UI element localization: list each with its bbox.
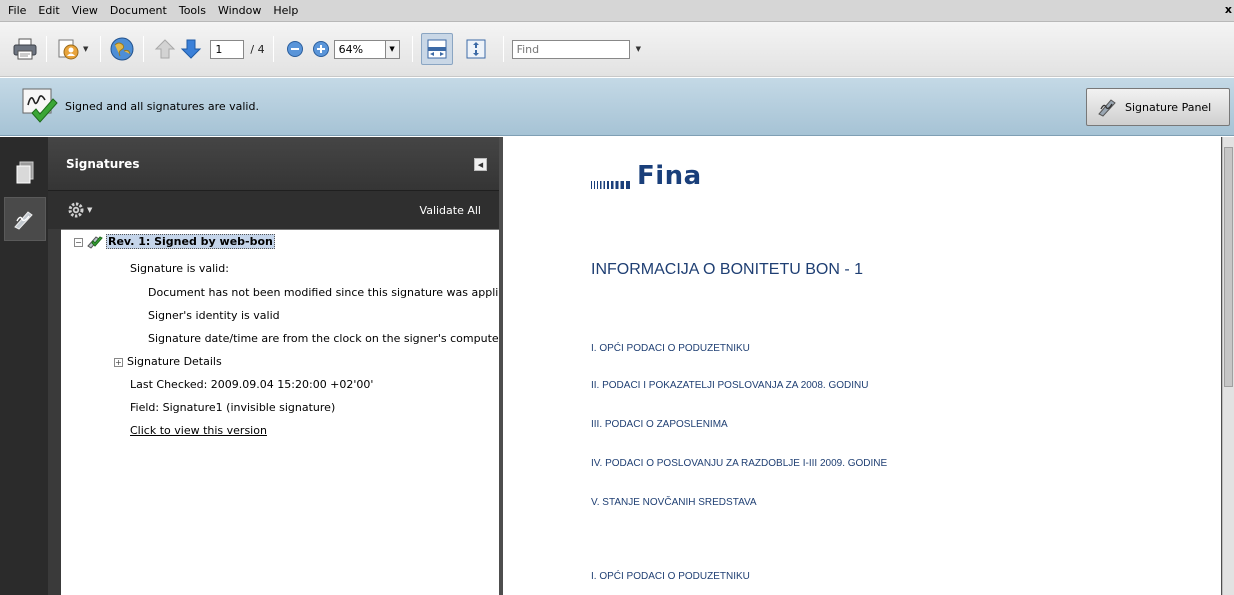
previous-page-button[interactable] xyxy=(152,36,178,62)
field-row[interactable]: Field: Signature1 (invisible signature) xyxy=(130,401,335,414)
page-number-input[interactable]: 1 xyxy=(210,39,245,59)
close-document-button[interactable]: x xyxy=(1225,3,1232,16)
fina-logo: Fina xyxy=(591,163,702,189)
document-view: Fina INFORMACIJA O BONITETU BON - 1 I. O… xyxy=(499,137,1234,595)
signature-status-message: Signed and all signatures are valid. xyxy=(65,100,259,113)
signatures-panel-title: Signatures xyxy=(66,156,140,171)
detail-signer-clock[interactable]: Signature date/time are from the clock o… xyxy=(148,332,499,345)
next-page-button[interactable] xyxy=(178,36,204,62)
toolbar-separator xyxy=(46,36,47,62)
zoom-out-icon xyxy=(286,41,303,57)
document-title: INFORMACIJA O BONITETU BON - 1 xyxy=(591,261,864,278)
signature-status-row[interactable]: Signature is valid: xyxy=(130,262,229,275)
zoom-in-icon xyxy=(312,41,329,57)
toolbar-separator xyxy=(272,36,274,62)
menu-tools[interactable]: Tools xyxy=(173,4,212,17)
section-item: I. OPĆI PODACI O PODUZETNIKU xyxy=(591,343,750,354)
section-item: V. STANJE NOVČANIH SREDSTAVA xyxy=(591,497,757,508)
arrow-down-icon xyxy=(181,39,202,59)
toolbar-separator xyxy=(502,36,504,62)
fina-logo-text: Fina xyxy=(637,161,702,191)
signature-panel-label: Signature Panel xyxy=(1125,100,1212,114)
signatures-tab[interactable] xyxy=(4,197,46,241)
globe-button[interactable] xyxy=(109,36,135,62)
main-toolbar: ▼ 1 / 4 64% ▼ Find ▼ xyxy=(0,22,1234,77)
gear-icon[interactable] xyxy=(68,202,84,218)
detail-identity-valid[interactable]: Signer's identity is valid xyxy=(148,309,280,322)
menu-help[interactable]: Help xyxy=(267,4,304,17)
menu-bar: File Edit View Document Tools Window Hel… xyxy=(0,0,1234,22)
section-item: IV. PODACI O POSLOVANJU ZA RAZDOBLJE I-I… xyxy=(591,458,888,469)
globe-icon xyxy=(110,37,134,61)
share-button[interactable] xyxy=(55,36,81,62)
fina-logo-bars xyxy=(591,181,630,189)
signatures-panel: Signatures ◀ ▼ Validate All − Rev. 1: Si… xyxy=(48,137,499,595)
scrollbar-thumb[interactable] xyxy=(1224,147,1233,387)
toolbar-separator xyxy=(411,36,413,62)
section-heading: I. OPĆI PODACI O PODUZETNIKU xyxy=(591,571,750,582)
menu-view[interactable]: View xyxy=(66,4,104,17)
find-input[interactable]: Find xyxy=(511,39,630,59)
fit-page-button[interactable] xyxy=(463,36,489,62)
validate-all-button[interactable]: Validate All xyxy=(420,204,481,217)
page-count: / 4 xyxy=(250,42,265,56)
signature-tree: − Rev. 1: Signed by web-bon Signature is… xyxy=(61,229,499,595)
print-button[interactable] xyxy=(12,36,38,62)
vertical-scrollbar[interactable] xyxy=(1222,137,1234,595)
signatures-panel-toolbar: ▼ Validate All xyxy=(48,191,499,229)
pages-tab[interactable] xyxy=(4,151,46,195)
section-item: III. PODACI O ZAPOSLENIMA xyxy=(591,419,728,430)
last-checked-row[interactable]: Last Checked: 2009.09.04 15:20:00 +02'00… xyxy=(130,378,373,391)
signature-details-label: Signature Details xyxy=(127,355,222,368)
signature-details-row[interactable]: + Signature Details xyxy=(114,355,222,368)
zoom-in-button[interactable] xyxy=(308,36,334,62)
chevron-down-icon[interactable]: ▼ xyxy=(83,45,88,53)
signature-pen-icon xyxy=(14,211,33,230)
signature-pen-icon xyxy=(1098,99,1116,117)
revision-row[interactable]: − Rev. 1: Signed by web-bon xyxy=(74,234,275,249)
expand-node-icon[interactable]: + xyxy=(114,357,123,367)
menu-document[interactable]: Document xyxy=(104,4,173,17)
signature-panel-button[interactable]: Signature Panel xyxy=(1086,88,1230,126)
chevron-down-icon[interactable]: ▼ xyxy=(636,45,641,53)
toolbar-separator xyxy=(143,36,145,62)
menu-edit[interactable]: Edit xyxy=(32,4,65,17)
collapse-node-icon[interactable]: − xyxy=(74,237,83,247)
collapse-panel-button[interactable]: ◀ xyxy=(474,158,487,171)
fit-width-button[interactable] xyxy=(420,33,453,65)
signature-valid-icon xyxy=(87,236,103,249)
navigation-pane-tabs xyxy=(0,137,48,595)
view-version-link[interactable]: Click to view this version xyxy=(130,424,267,437)
menu-window[interactable]: Window xyxy=(212,4,267,17)
options-dropdown-icon[interactable]: ▼ xyxy=(87,206,92,214)
arrow-up-icon xyxy=(155,39,176,59)
printer-icon xyxy=(13,38,37,60)
pages-icon xyxy=(16,161,34,184)
zoom-level-input[interactable]: 64% xyxy=(333,39,386,59)
section-item: II. PODACI I POKAZATELJI POSLOVANJA ZA 2… xyxy=(591,380,869,391)
signatures-panel-header: Signatures ◀ xyxy=(48,137,499,191)
toolbar-separator xyxy=(100,36,102,62)
document-page: Fina INFORMACIJA O BONITETU BON - 1 I. O… xyxy=(503,137,1221,595)
zoom-dropdown-button[interactable]: ▼ xyxy=(385,39,400,59)
menu-file[interactable]: File xyxy=(2,4,32,17)
revision-label[interactable]: Rev. 1: Signed by web-bon xyxy=(106,234,275,249)
fit-width-icon xyxy=(427,39,447,59)
zoom-out-button[interactable] xyxy=(282,36,308,62)
fit-page-icon xyxy=(466,39,486,59)
share-icon xyxy=(58,39,79,60)
detail-not-modified[interactable]: Document has not been modified since thi… xyxy=(148,286,499,299)
document-message-bar: Signed and all signatures are valid. Sig… xyxy=(0,78,1234,136)
signature-valid-icon xyxy=(22,88,58,123)
